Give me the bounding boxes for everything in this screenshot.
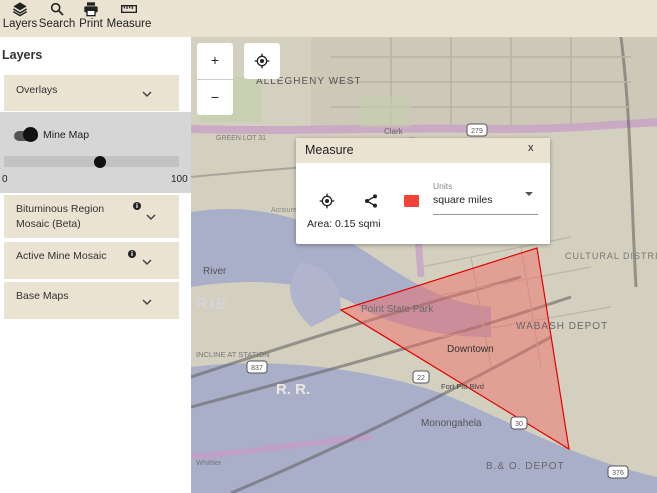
zoom-out-button[interactable]: − [197, 80, 233, 116]
wabash-depot-label: WABASH DEPOT [516, 321, 608, 332]
layers-tool-button[interactable]: Layers [2, 0, 38, 36]
point-state-park-label: Point State Park [361, 304, 434, 315]
info-icon[interactable]: i [128, 250, 136, 258]
print-tool-label: Print [79, 18, 103, 30]
measure-tool-label: Measure [106, 18, 152, 30]
chevron-down-icon [146, 214, 156, 221]
chevron-down-icon [142, 91, 152, 98]
info-icon[interactable]: i [133, 202, 141, 210]
layers-tool-label: Layers [2, 18, 38, 30]
layers-sidebar: Layers Overlays Mine Map 0 100 Bituminou… [0, 37, 191, 493]
rr-label: R. R. [276, 381, 310, 398]
measure-dialog: Measure x Units square miles Area: 0.15 … [296, 138, 550, 244]
overlays-panel-body: Mine Map 0 100 [0, 112, 191, 193]
search-tool-label: Search [38, 18, 76, 30]
zoom-control: + − [197, 43, 233, 115]
print-icon [84, 2, 98, 17]
overlays-panel-header[interactable]: Overlays [4, 75, 179, 111]
mine-map-label: Mine Map [43, 129, 90, 141]
chevron-down-icon [142, 299, 152, 306]
base-maps-panel-header[interactable]: Base Maps [4, 282, 179, 319]
base-maps-label: Base Maps [16, 290, 69, 302]
basemap: 279 22 30 837 376 ALLEGHENY WEST CULTURA… [191, 37, 657, 493]
whittier-label: Whittier [196, 458, 222, 467]
units-label: Units [433, 181, 453, 191]
overlays-label: Overlays [16, 84, 58, 96]
bituminous-label: Bituminous Region Mosaic (Beta) [16, 203, 105, 230]
shield-837-label: 837 [251, 365, 263, 372]
incline-label: INCLINE AT STATION [196, 350, 270, 359]
map-canvas[interactable]: 279 22 30 837 376 ALLEGHENY WEST CULTURA… [191, 37, 657, 493]
shield-376-label: 376 [612, 470, 624, 477]
crosshair-icon [254, 53, 270, 69]
active-mine-panel-header[interactable]: Active Mine Mosaic i [4, 242, 179, 279]
bituminous-panel-header[interactable]: Bituminous Region Mosaic (Beta) i [4, 195, 179, 238]
shield-22-label: 22 [417, 375, 425, 382]
active-mine-label: Active Mine Mosaic [16, 250, 107, 262]
top-toolbar: Layers Search Print Measure [0, 0, 657, 37]
measure-tool-button[interactable]: Measure [107, 0, 151, 36]
search-tool-button[interactable]: Search [38, 0, 76, 36]
rie-label: RIE [196, 296, 229, 313]
downtown-label: Downtown [447, 344, 494, 355]
measure-title: Measure [305, 143, 354, 157]
close-button[interactable]: x [528, 142, 534, 154]
clark-label: Clark [384, 127, 404, 136]
mine-map-toggle-knob[interactable] [23, 127, 38, 142]
units-underline [433, 214, 538, 215]
monongahela-label: Monongahela [421, 418, 482, 429]
slider-min-label: 0 [2, 174, 8, 185]
chevron-down-icon [142, 259, 152, 266]
caret-down-icon [525, 192, 533, 196]
share-icon[interactable] [363, 193, 379, 209]
cultural-district-label: CULTURAL DISTRICT [565, 251, 657, 261]
print-tool-button[interactable]: Print [78, 0, 104, 36]
zoom-in-button[interactable]: + [197, 43, 233, 79]
crosshair-icon[interactable] [319, 193, 335, 209]
opacity-slider-thumb[interactable] [93, 156, 106, 168]
locate-button[interactable] [244, 43, 280, 79]
opacity-slider[interactable] [4, 156, 179, 167]
color-swatch[interactable] [404, 195, 419, 207]
layers-icon [12, 2, 28, 17]
units-value: square miles [433, 194, 493, 206]
shield-279-label: 279 [471, 128, 483, 135]
search-icon [50, 2, 64, 16]
shield-30-label: 30 [515, 421, 523, 428]
river-label: River [203, 266, 227, 277]
bo-depot-label: B.& O. DEPOT [486, 461, 565, 472]
green-lot-label: GREEN LOT 31 [216, 135, 266, 142]
fort-pitt-label: Fort Pitt Blvd [441, 382, 484, 391]
ruler-icon [121, 5, 137, 13]
slider-max-label: 100 [171, 174, 188, 185]
measure-dialog-header: Measure x [296, 138, 550, 163]
area-readout: Area: 0.15 sqmi [307, 218, 381, 230]
sidebar-title: Layers [2, 48, 43, 62]
